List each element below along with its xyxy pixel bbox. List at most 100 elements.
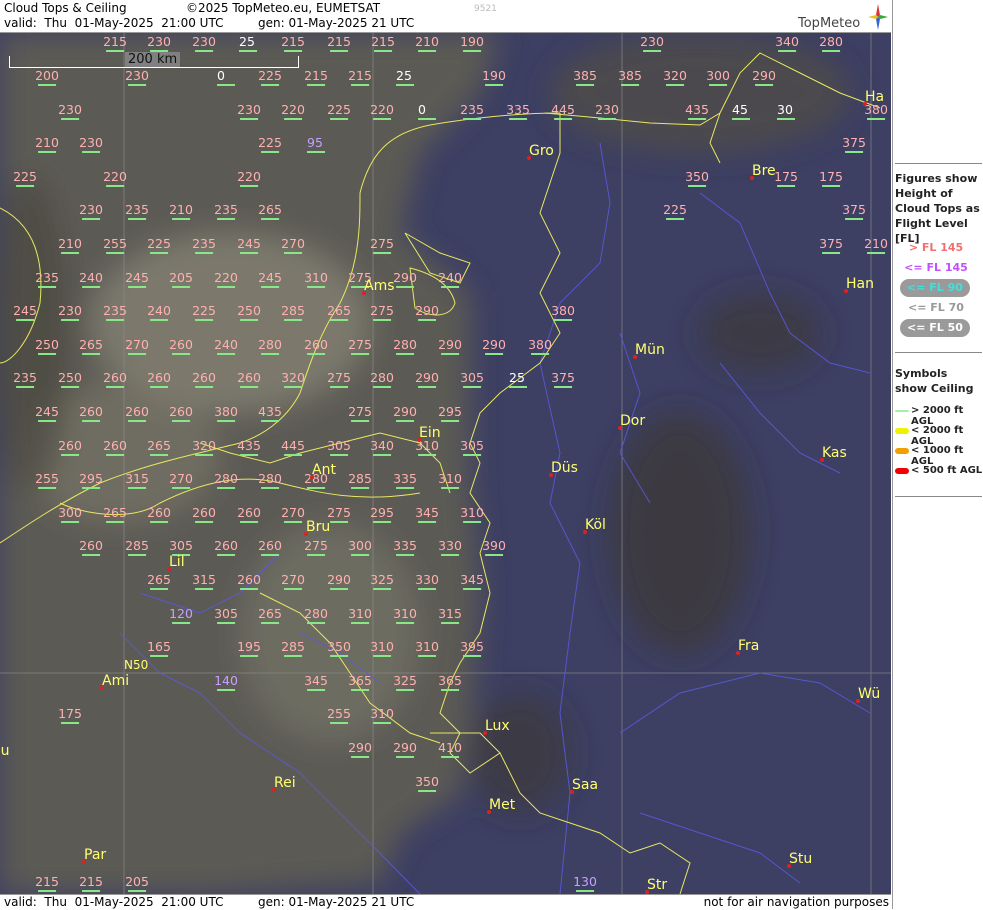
cloud-top-value: 130 [573,875,597,892]
cloud-top-value: 215 [103,35,127,52]
cloud-top-value: 350 [415,775,439,792]
cloud-top-value: 290 [752,69,776,86]
cloud-top-value: 265 [258,203,282,220]
cloud-top-value: 0 [217,69,235,86]
cloud-top-value: 280 [258,338,282,355]
legend-heading-ceiling: Symbols show Ceiling [895,367,974,395]
city-label: Stu [789,851,813,867]
cloud-top-value: 340 [775,35,799,52]
cloud-top-value: 320 [281,371,305,388]
cloud-top-value: 285 [125,539,149,556]
cloud-top-value: 365 [348,674,372,691]
cloud-top-value: 305 [327,439,351,456]
cloud-top-value: 290 [393,741,417,758]
cloud-top-value: 310 [393,607,417,624]
cloud-top-value: 280 [393,338,417,355]
city-label: Saa [572,777,599,793]
city-label: Köl [585,517,606,533]
cloud-top-value: 255 [35,472,59,489]
cloud-top-value: 310 [348,607,372,624]
cloud-top-value: 280 [304,607,328,624]
cloud-top-value: 235 [192,237,216,254]
cloud-top-value: 215 [304,69,328,86]
topmeteo-logo[interactable]: TopMeteo [798,4,888,31]
cloud-top-value: 25 [239,35,257,52]
cloud-top-value: 220 [281,103,305,120]
cloud-top-value: 330 [438,539,462,556]
legend-level-gt145: > FL 145 [908,241,964,254]
cloud-top-value: 210 [58,237,82,254]
cloud-top-value: 380 [551,304,575,321]
cloud-top-value: 230 [58,103,82,120]
cloud-top-value: 220 [370,103,394,120]
cloud-top-value: 230 [237,103,261,120]
cloud-top-value: 275 [327,371,351,388]
cloud-top-value: 260 [258,539,282,556]
cloud-top-value: 225 [663,203,687,220]
cloud-top-value: 230 [640,35,664,52]
footer-generated-time: gen: 01-May-2025 21 UTC [258,895,415,909]
cloud-top-value: 310 [304,271,328,288]
cloud-top-value: 320 [663,69,687,86]
cloud-top-value: 290 [327,573,351,590]
cloud-top-value: 225 [258,136,282,153]
cloud-top-value: 260 [79,539,103,556]
cloud-top-value: 305 [460,371,484,388]
cloud-top-value: 300 [348,539,372,556]
cloud-top-value: 345 [304,674,328,691]
cloud-top-value: 230 [79,136,103,153]
cloud-top-value: 320 [192,439,216,456]
cloud-top-value: 235 [103,304,127,321]
cloud-top-value: 235 [125,203,149,220]
city-label: Dor [620,413,646,429]
cloud-top-value: 220 [214,271,238,288]
cloud-top-value: 375 [842,203,866,220]
cloud-top-value: 45 [732,103,750,120]
cloud-top-value: 395 [460,640,484,657]
cloud-top-value: 335 [506,103,530,120]
city-label: Bre [752,163,776,179]
cloud-top-value: 275 [304,539,328,556]
city-label: Lil [169,554,185,570]
cloud-top-value: 290 [415,304,439,321]
cloud-top-value: 200 [35,69,59,86]
city-label: Ams [364,278,395,294]
cloud-top-value: 270 [125,338,149,355]
cloud-top-value: 245 [35,405,59,422]
cloud-top-value: 265 [258,607,282,624]
cloud-top-value: 285 [281,304,305,321]
cloud-top-value: 285 [348,472,372,489]
cloud-top-value: 275 [370,304,394,321]
cloud-top-value: 25 [396,69,414,86]
cloud-top-value: 245 [125,271,149,288]
cloud-top-value: 260 [214,539,238,556]
cloud-top-value: 265 [79,338,103,355]
cloud-top-value: 205 [169,271,193,288]
legend-panel: Figures show Height of Cloud Tops as Fli… [892,0,983,909]
cloud-top-value: 335 [393,539,417,556]
cloud-top-value: 270 [281,506,305,523]
cloud-top-value: 295 [79,472,103,489]
city-label: Mün [635,342,665,358]
cloud-top-value: 310 [438,472,462,489]
cloud-top-value: 255 [327,707,351,724]
cloud-top-value: 225 [327,103,351,120]
cloud-top-value: 260 [192,371,216,388]
cloud-top-value: 175 [819,170,843,187]
footer-bar: valid: Thu 01-May-2025 21:00 UTC gen: 01… [0,894,891,910]
cloud-top-value: 275 [348,338,372,355]
cloud-top-value: 390 [482,539,506,556]
cloud-top-value: 265 [147,439,171,456]
city-label: Bru [306,519,331,535]
city-label: Par [84,847,107,863]
cloud-top-value: 260 [147,371,171,388]
cloud-tops-map[interactable]: 200 km N50 215 230 230 25 215 215 215 210 190 230… [0,33,891,894]
cloud-top-value: 325 [393,674,417,691]
cloud-top-value: 285 [281,640,305,657]
cloud-top-value: 140 [214,674,238,691]
cloud-top-value: 300 [706,69,730,86]
cloud-top-value: 195 [237,640,261,657]
city-label: Han [846,276,874,292]
cloud-top-value: 375 [551,371,575,388]
cloud-top-value: 120 [169,607,193,624]
